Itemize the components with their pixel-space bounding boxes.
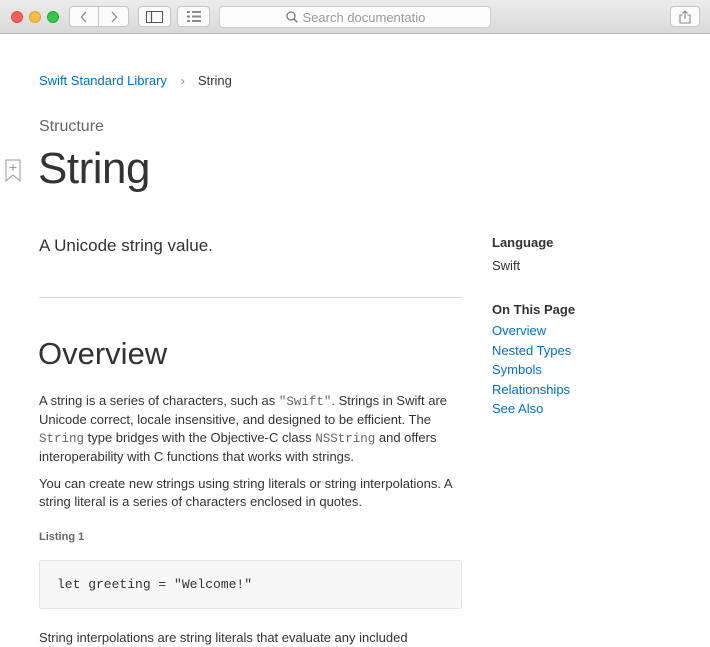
back-button[interactable]	[69, 6, 99, 27]
code-string-type[interactable]: String	[39, 432, 84, 446]
text-span: type bridges with the Objective-C class	[84, 430, 316, 445]
abstract: A Unicode string value.	[39, 236, 213, 255]
toc-link-see-also[interactable]: See Also	[492, 401, 543, 416]
breadcrumb-link-swift-standard-library[interactable]: Swift Standard Library	[39, 73, 167, 88]
forward-button[interactable]	[99, 6, 129, 27]
toc-link-relationships[interactable]: Relationships	[492, 382, 570, 397]
chevron-left-icon	[80, 11, 87, 22]
close-dot-icon[interactable]	[11, 11, 23, 23]
breadcrumb-current: String	[197, 73, 232, 88]
toc-item: Overview	[492, 323, 571, 343]
code-nsstring-type: NSString	[315, 432, 376, 446]
toc-link-nested-types[interactable]: Nested Types	[492, 343, 571, 358]
overview-heading: Overview	[38, 336, 168, 371]
on-this-page-list: Overview Nested Types Symbols Relationsh…	[492, 323, 571, 421]
overview-paragraph-2: You can create new strings using string …	[39, 476, 452, 509]
toc-link-symbols[interactable]: Symbols	[492, 362, 542, 377]
search-field[interactable]	[219, 6, 491, 28]
overview-paragraph-1: A string is a series of characters, such…	[39, 392, 464, 466]
share-icon	[679, 9, 691, 24]
code-listing: let greeting = "Welcome!"	[39, 560, 462, 609]
chevron-right-icon	[111, 11, 117, 22]
page-title: String	[38, 144, 150, 193]
code-swift-literal: "Swift"	[278, 395, 332, 409]
divider	[39, 297, 462, 298]
listing-label: Listing 1	[39, 531, 85, 543]
grid-icon	[186, 11, 201, 22]
sidebar-toggle-button[interactable]	[138, 6, 171, 27]
breadcrumb: Swift Standard Library › String	[39, 73, 232, 88]
minimize-dot-icon[interactable]	[29, 11, 41, 23]
sidebar-icon	[146, 10, 163, 23]
maximize-dot-icon[interactable]	[47, 11, 59, 23]
toc-item: See Also	[492, 401, 571, 421]
search-icon	[285, 11, 298, 23]
toc-item: Symbols	[492, 362, 571, 382]
overview-paragraph-3: String interpolations are string literal…	[39, 630, 408, 645]
search-input[interactable]	[302, 9, 425, 25]
on-this-page-heading: On This Page	[492, 302, 576, 317]
bookmark-icon[interactable]	[5, 159, 21, 187]
language-value: Swift	[492, 258, 521, 273]
language-heading: Language	[492, 235, 554, 250]
symbol-kind-label: Structure	[39, 118, 104, 135]
tab-overview-button[interactable]	[177, 6, 210, 27]
text-span: A string is a series of characters, such…	[39, 393, 279, 408]
toc-item: Nested Types	[492, 343, 571, 363]
breadcrumb-separator: ›	[180, 73, 185, 88]
toc-item: Relationships	[492, 382, 571, 402]
toc-link-overview[interactable]: Overview	[492, 323, 546, 338]
share-button[interactable]	[670, 6, 700, 27]
window-toolbar	[0, 0, 710, 34]
